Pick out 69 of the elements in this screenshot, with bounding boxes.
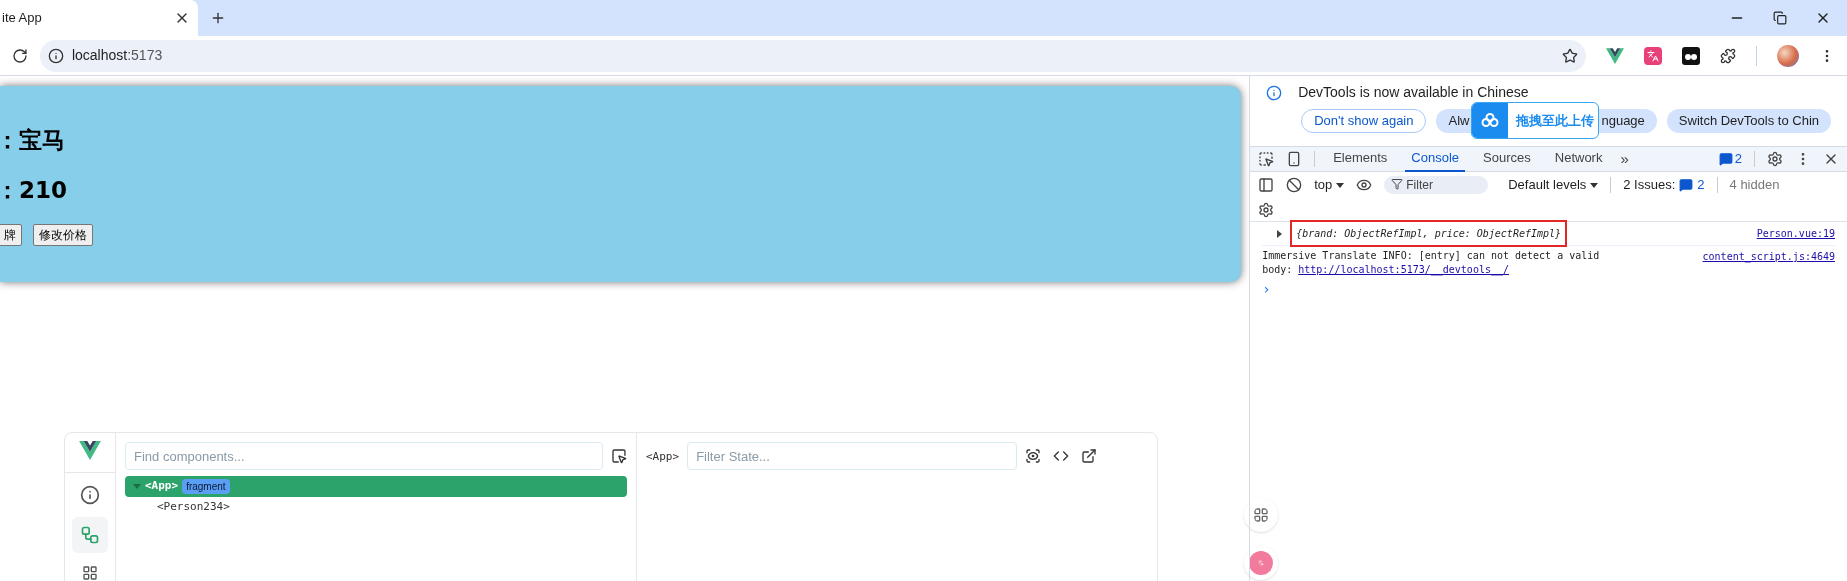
tree-icon[interactable]: [82, 565, 98, 581]
console-message: Immersive Translate INFO: [entry] can not detect a valid body: http://localhost:5173/__devtools__/: [1262, 249, 1601, 277]
sidebar-toggle-icon[interactable]: [1258, 177, 1275, 193]
tree-row[interactable]: <Person234>: [125, 497, 627, 518]
inspect-icon[interactable]: [1258, 151, 1275, 167]
url-text: localhost:5173: [71, 46, 164, 65]
issues-badge[interactable]: 2: [1718, 149, 1742, 169]
issues-count[interactable]: 2 Issues: 2: [1623, 175, 1705, 195]
component-search-field[interactable]: Find components...: [125, 442, 604, 470]
source-link[interactable]: Person.vue:19: [1756, 226, 1835, 241]
banner-message: DevTools is now available in Chinese: [1298, 83, 1529, 102]
cloud-icon: [1472, 103, 1509, 138]
component-name: <App>: [145, 478, 179, 495]
reload-icon[interactable]: [12, 47, 28, 64]
hidden-count: 4 hidden: [1729, 176, 1780, 195]
console-filter-field[interactable]: Filter: [1384, 176, 1489, 195]
issues-icon: [1679, 178, 1694, 192]
components-tab-icon[interactable]: [72, 517, 108, 553]
info-icon[interactable]: [47, 47, 64, 64]
vue-logo-icon[interactable]: [79, 441, 101, 460]
open-external-icon[interactable]: [1081, 448, 1098, 464]
vue-logo-icon[interactable]: [1606, 47, 1624, 64]
upload-hint: 拖拽至此上传: [1514, 111, 1595, 130]
tab-title: ite App: [2, 9, 42, 28]
live-expression-icon[interactable]: [1356, 177, 1373, 193]
filter-icon: [1391, 178, 1404, 191]
console-object[interactable]: {brand: ObjectRefImpl, price: ObjectRefImpl}: [1290, 220, 1568, 247]
info-heading: ：宝马: [0, 129, 65, 152]
action-button[interactable]: 修改价格: [33, 224, 93, 246]
banner-button[interactable]: Switch DevTools to Chin: [1666, 109, 1831, 133]
address-bar[interactable]: localhost:5173: [39, 39, 1586, 72]
devtools-tab[interactable]: Elements: [1327, 146, 1394, 172]
action-button[interactable]: 牌: [0, 224, 22, 246]
devtools-tab[interactable]: Sources: [1477, 146, 1537, 172]
issues-icon: [1718, 152, 1733, 166]
code-icon[interactable]: [1053, 448, 1070, 464]
fragment-tag: fragment: [182, 479, 230, 494]
info-heading: ：210: [0, 179, 67, 202]
url-link[interactable]: http://localhost:5173/__devtools__/: [1298, 264, 1509, 275]
restore-icon[interactable]: [1773, 11, 1787, 25]
tree-row[interactable]: <App> fragment: [125, 476, 627, 497]
settings-icon[interactable]: [1767, 151, 1783, 167]
dropdown-caret-icon: [1336, 182, 1345, 188]
console-settings-icon[interactable]: [1258, 201, 1275, 218]
devtools-tab[interactable]: Console: [1405, 146, 1466, 172]
clear-console-icon[interactable]: [1286, 177, 1303, 193]
devtools-tab[interactable]: Network: [1548, 146, 1609, 172]
info-icon[interactable]: [80, 485, 100, 505]
source-link[interactable]: content_script.js:4649: [1702, 249, 1835, 277]
banner-button[interactable]: Don't show again: [1301, 109, 1427, 133]
float-apps-button[interactable]: [1244, 498, 1278, 532]
info-icon: [1266, 84, 1283, 101]
console-prompt[interactable]: ›: [1262, 279, 1835, 300]
browser-tab[interactable]: ite App: [0, 0, 198, 36]
select-icon[interactable]: [611, 448, 627, 464]
profile-avatar[interactable]: [1777, 44, 1799, 67]
new-tab-icon[interactable]: [210, 10, 226, 26]
levels-dropdown[interactable]: Default levels: [1508, 175, 1599, 195]
state-filter-field[interactable]: Filter State...: [687, 442, 1018, 470]
more-tabs-button[interactable]: »: [1620, 147, 1629, 171]
inspect-eye-icon[interactable]: [1025, 448, 1042, 464]
component-name: <Person234>: [157, 499, 230, 516]
dropdown-caret-icon: [1590, 182, 1599, 188]
context-dropdown[interactable]: top: [1314, 175, 1345, 195]
component-tag: <App>: [646, 449, 680, 466]
extensions-icon[interactable]: [1720, 47, 1736, 64]
bookmark-star-icon[interactable]: [1562, 47, 1578, 64]
translate-extension-icon[interactable]: [1644, 46, 1662, 65]
eyes-extension-icon[interactable]: [1682, 46, 1700, 65]
